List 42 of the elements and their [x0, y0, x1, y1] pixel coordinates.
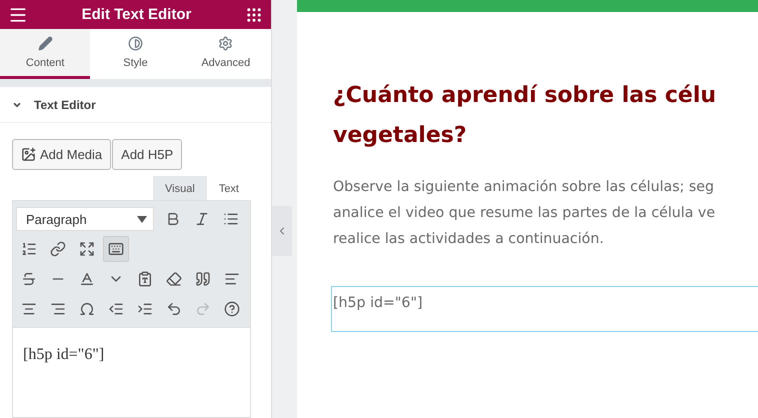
eraser-icon[interactable]	[166, 271, 182, 287]
strikethrough-icon[interactable]	[21, 271, 37, 287]
paragraph-line: analice el video que resume las partes de la célula ve	[333, 204, 716, 223]
shortcode-box: [h5p id="6"]	[331, 286, 758, 332]
link-icon[interactable]	[50, 241, 66, 257]
heading-line: vegetales?	[333, 122, 468, 150]
editor-content[interactable]: [h5p id="6"]	[12, 328, 251, 418]
undo-icon[interactable]	[166, 301, 182, 317]
media-icon	[21, 147, 36, 162]
align-right-icon[interactable]	[50, 301, 66, 317]
editor-tab[interactable]: Visual	[153, 176, 207, 200]
section-header[interactable]: Text Editor	[0, 87, 271, 123]
panel-title: Edit Text Editor	[82, 6, 192, 24]
align-left-icon[interactable]	[224, 271, 240, 287]
keyboard-icon[interactable]	[108, 241, 124, 257]
contrast-icon	[128, 36, 143, 52]
bullet-list-icon[interactable]	[223, 211, 239, 227]
panel-tab[interactable]: Content	[0, 29, 90, 80]
media-button[interactable]: Add Media	[12, 139, 112, 170]
italic-icon[interactable]	[194, 211, 210, 227]
paragraph-line: Observe la siguiente animación sobre las células; seg	[333, 178, 716, 197]
help-icon[interactable]	[224, 301, 240, 317]
text-color-icon[interactable]	[79, 271, 95, 287]
clipboard-icon[interactable]	[137, 271, 153, 287]
section-title: Text Editor	[34, 98, 96, 112]
fullscreen-icon[interactable]	[79, 241, 95, 257]
align-center-icon[interactable]	[21, 301, 37, 317]
toolbar-toggle-button[interactable]	[103, 236, 129, 262]
paragraph-line: realice las actividades a continuación.	[333, 230, 605, 249]
editor-tab[interactable]: Text	[206, 176, 251, 200]
numbered-list-icon[interactable]	[21, 241, 37, 257]
widgets-grid-icon[interactable]	[244, 6, 263, 24]
media-button[interactable]: Add H5P	[112, 139, 182, 170]
outdent-icon[interactable]	[108, 301, 124, 317]
format-select[interactable]: Paragraph	[16, 207, 154, 231]
pencil-icon	[38, 36, 53, 52]
indent-icon[interactable]	[137, 301, 153, 317]
caret-icon	[137, 216, 147, 222]
heading-line: ¿Cuánto aprendí sobre las célu	[333, 82, 718, 110]
omega-icon[interactable]	[79, 301, 95, 317]
quote-icon[interactable]	[195, 271, 211, 287]
gear-icon	[218, 36, 234, 52]
